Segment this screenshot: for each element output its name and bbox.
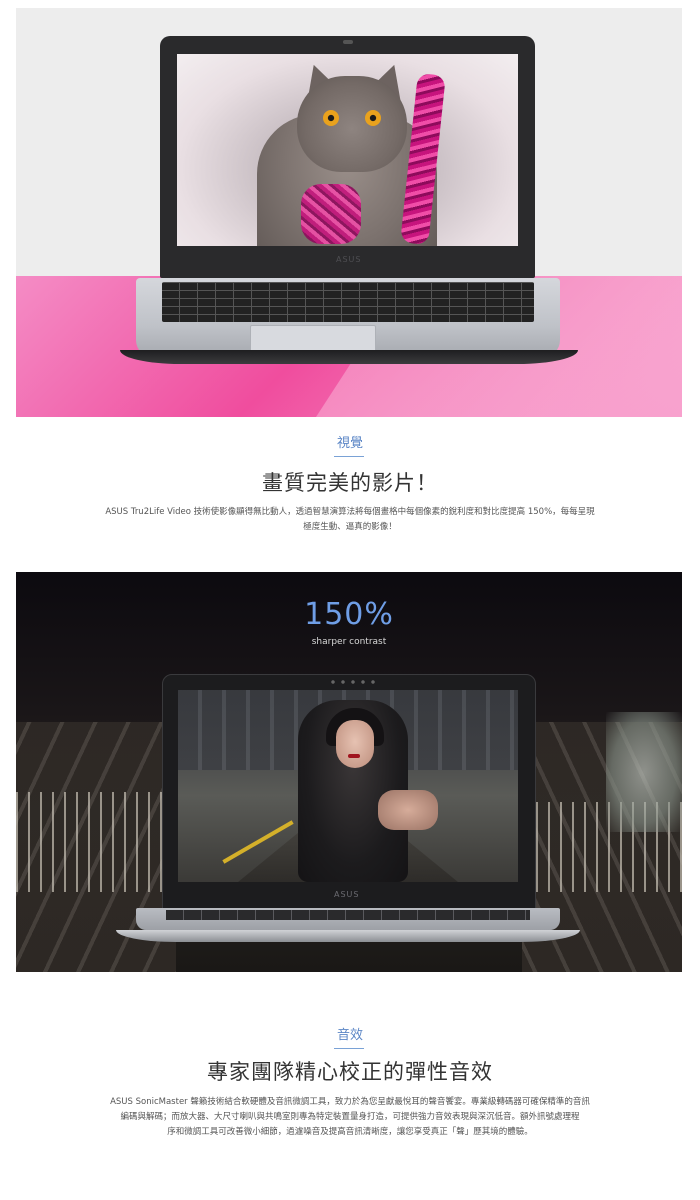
section-label-vision: 視覺 [336,436,363,451]
laptop-display-woman-image [178,690,518,882]
woman-face [336,720,374,768]
hands-with-gun [378,790,438,830]
daylight-glow [606,712,682,832]
laptop-base-edge [116,930,580,942]
section-title-audio: 專家團隊精心校正的彈性音效 [207,1060,493,1084]
contrast-stat-caption: sharper contrast [311,637,387,647]
description-line: 編碼與解碼；而放大器、大尺寸喇叭與共鳴室則專為特定裝置量身打造，可提供強力音效表… [120,1112,580,1122]
laptop-display-cat-image [177,54,518,246]
description-line: ASUS Tru2Life Video 技術使影像顯得無比動人，透過智慧演算法將… [105,507,595,517]
section-title-vision: 畫質完美的影片！ [262,471,438,495]
contrast-stat-value: 150% [304,597,394,632]
laptop-base-edge [120,350,578,364]
cat-head [297,76,407,172]
section-description-audio: ASUS SonicMaster 聲籟技術結合軟硬體及音訊微調工具，致力於為您呈… [80,1095,620,1140]
laptop-touchpad [250,325,376,353]
section-divider [334,1048,364,1049]
section-description-vision: ASUS Tru2Life Video 技術使影像顯得無比動人，透過智慧演算法將… [70,505,630,535]
section-label-audio: 音效 [336,1028,363,1043]
pink-tinsel-scarf [301,184,361,244]
description-line: 序和微調工具可改善微小細節，過濾噪音及提高音訊清晰度，讓您享受真正「聲」歷其境的… [167,1127,533,1137]
cat-eye-right [365,110,381,126]
description-line: 極度生動、逼真的影像！ [303,522,397,532]
section-divider [334,456,364,457]
bridge-railing-left [16,792,166,892]
laptop-keyboard [162,282,534,322]
description-line: ASUS SonicMaster 聲籟技術結合軟硬體及音訊微調工具，致力於為您呈… [110,1097,590,1107]
laptop-keyboard [166,910,530,920]
webcam-icon [328,680,378,684]
cat-eye-left [323,110,339,126]
hero-banner-contrast: 150% sharper contrast ASUS [16,572,682,972]
asus-logo: ASUS [336,255,362,264]
woman-lips [348,754,360,758]
asus-logo: ASUS [334,890,360,899]
webcam-icon [343,40,353,44]
hero-banner-vision: ASUS [16,8,682,417]
